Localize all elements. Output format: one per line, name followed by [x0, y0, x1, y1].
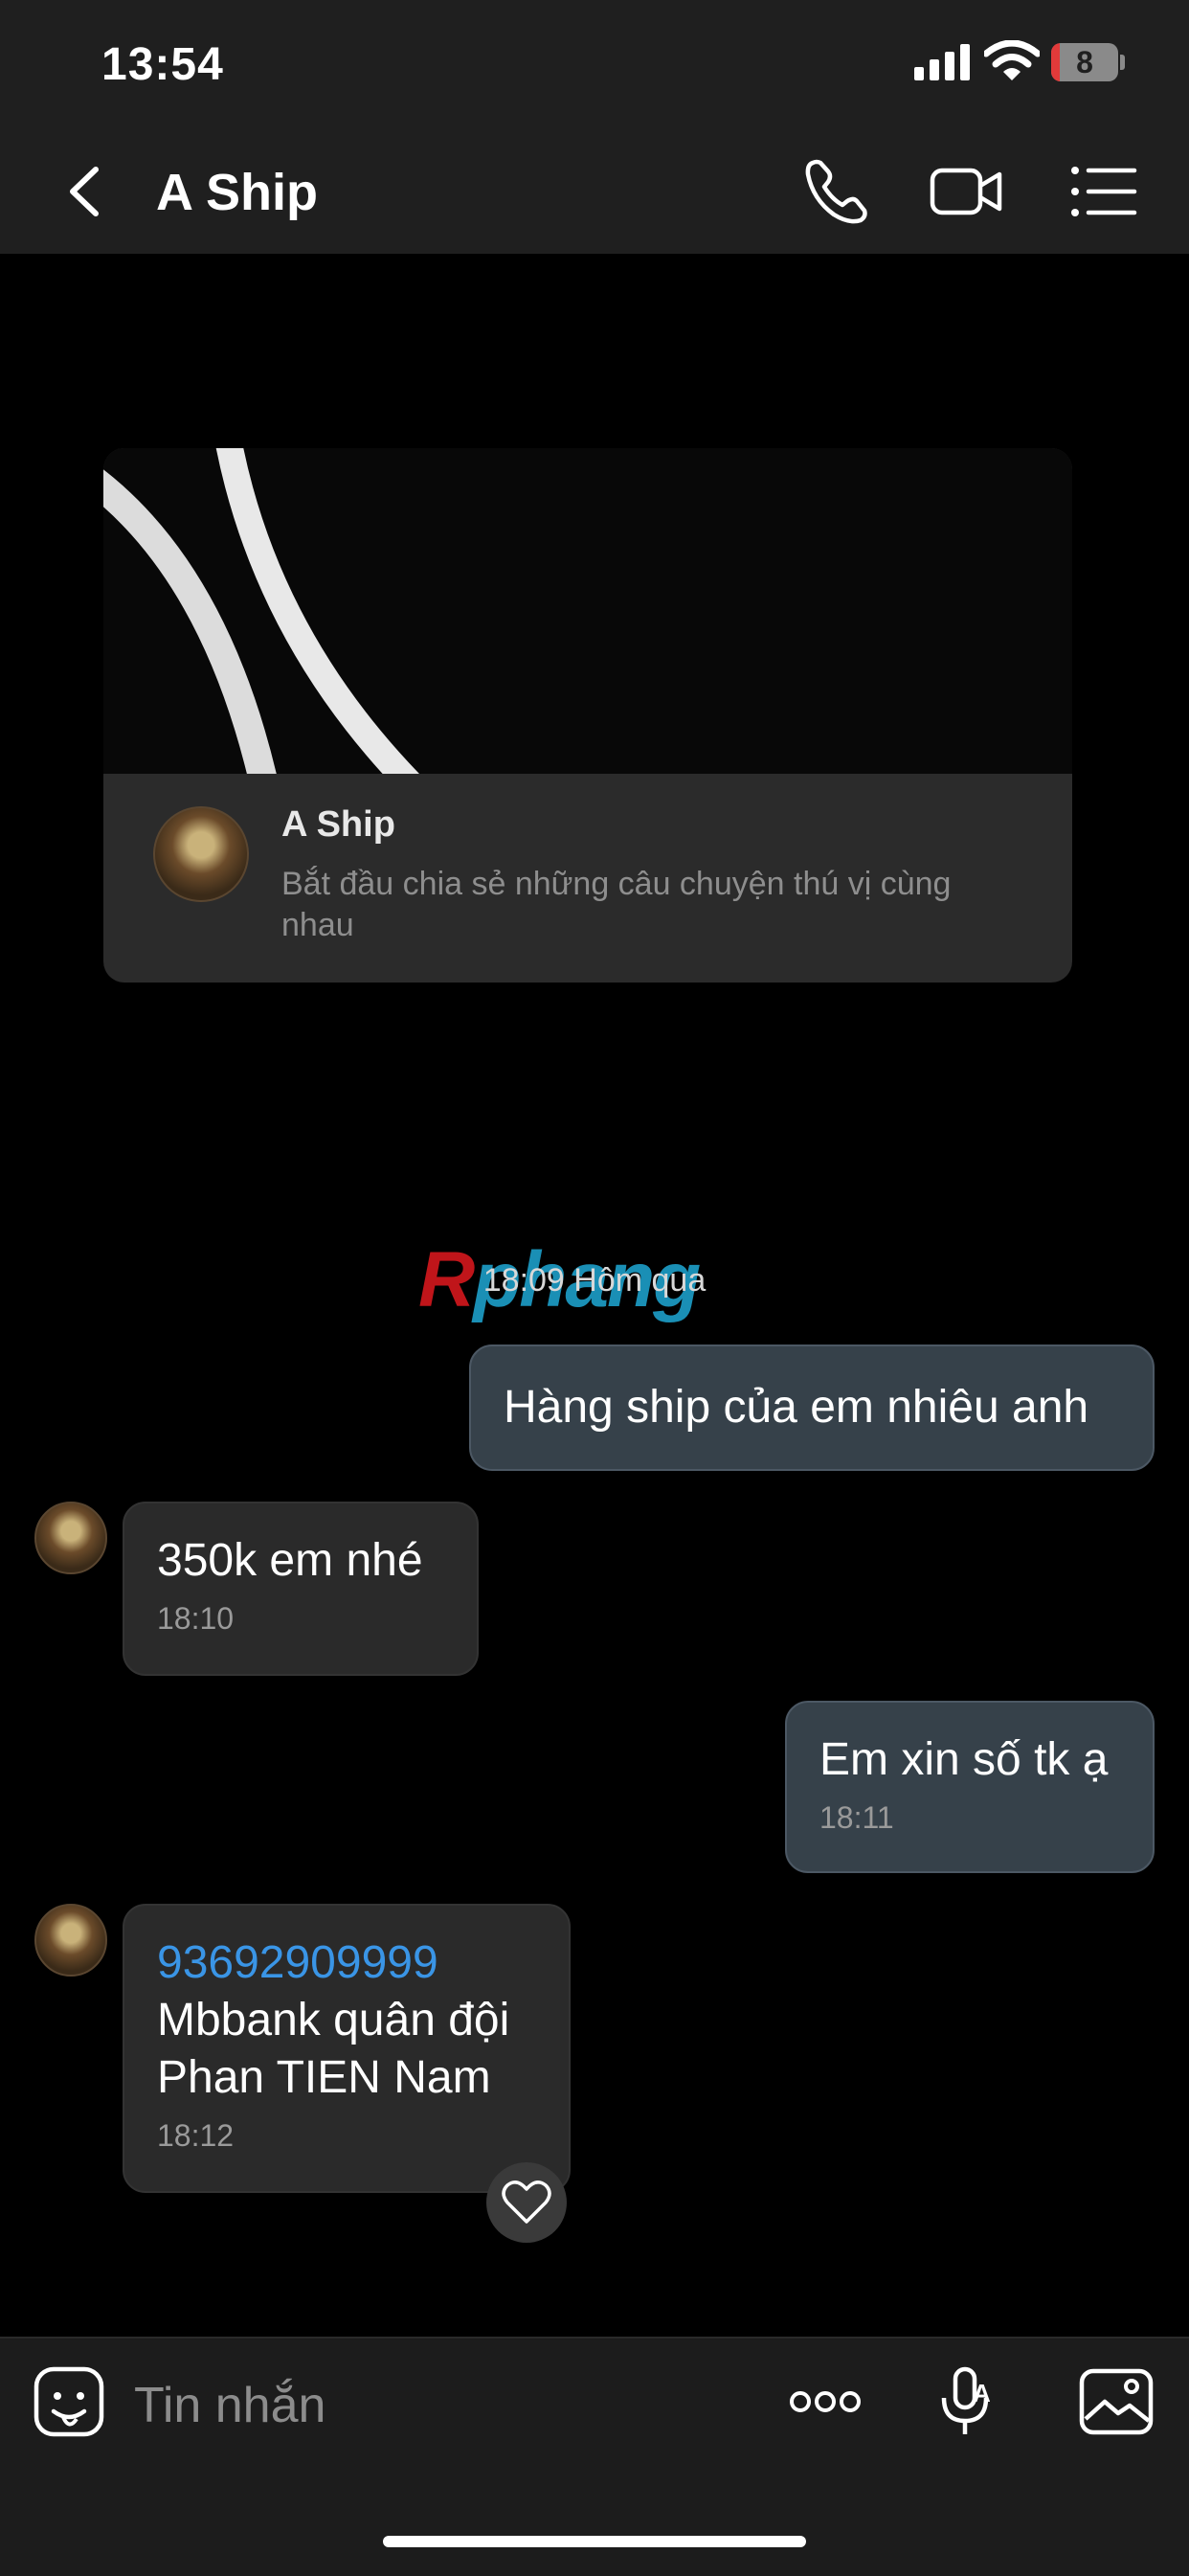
svg-text:A: A	[973, 2379, 991, 2407]
sender-avatar[interactable]	[34, 1904, 107, 1977]
message-outgoing[interactable]: Em xin số tk ạ 18:11	[785, 1701, 1155, 1873]
image-gallery-icon[interactable]	[1078, 2363, 1155, 2440]
date-divider: 18:09 Hôm qua	[482, 1262, 707, 1299]
card-name: A Ship	[281, 804, 395, 845]
sticker-icon[interactable]	[31, 2363, 107, 2440]
wifi-icon	[984, 40, 1040, 80]
cellular-signal-icon	[914, 44, 970, 80]
back-arrow-icon[interactable]	[57, 158, 115, 225]
card-avatar	[153, 806, 249, 902]
phone-call-icon[interactable]	[799, 153, 876, 230]
message-time: 18:11	[819, 1800, 894, 1835]
message-line: Mbbank quân đội	[157, 1995, 510, 2045]
account-number-link[interactable]: 93692909999	[157, 1934, 569, 1992]
message-incoming[interactable]: 93692909999 Mbbank quân đội Phan TIEN Na…	[123, 1904, 571, 2193]
message-outgoing[interactable]: Hàng ship của em nhiêu anh	[469, 1344, 1155, 1471]
message-line: Phan TIEN Nam	[157, 2052, 491, 2103]
message-text: Hàng ship của em nhiêu anh	[504, 1382, 1089, 1433]
battery-tip	[1120, 55, 1125, 70]
card-subtitle: Bắt đầu chia sẻ những câu chuyện thú vị …	[281, 866, 952, 943]
battery-level: 8	[1076, 45, 1093, 79]
message-text: 350k em nhé	[157, 1535, 423, 1586]
message-time: 18:10	[157, 1601, 235, 1636]
list-menu-icon[interactable]	[1066, 153, 1142, 230]
video-call-icon[interactable]	[929, 153, 1005, 230]
story-card[interactable]: A Ship Bắt đầu chia sẻ những câu chuyện …	[103, 448, 1072, 983]
more-options-icon[interactable]	[787, 2363, 864, 2440]
story-cover-image	[103, 448, 1072, 774]
chat-title[interactable]: A Ship	[156, 163, 318, 222]
voice-to-text-mic-icon[interactable]: A	[929, 2363, 1005, 2440]
message-text: Em xin số tk ạ	[819, 1734, 1109, 1785]
message-input[interactable]: Tin nhắn	[134, 2377, 325, 2434]
sender-avatar[interactable]	[34, 1502, 107, 1574]
message-time: 18:12	[157, 2118, 235, 2153]
message-incoming[interactable]: 350k em nhé 18:10	[123, 1502, 479, 1676]
battery-icon: 8	[1051, 43, 1118, 81]
home-indicator	[383, 2536, 806, 2547]
react-heart-button[interactable]	[486, 2162, 567, 2243]
heart-icon	[502, 2181, 551, 2224]
status-time: 13:54	[101, 39, 224, 90]
